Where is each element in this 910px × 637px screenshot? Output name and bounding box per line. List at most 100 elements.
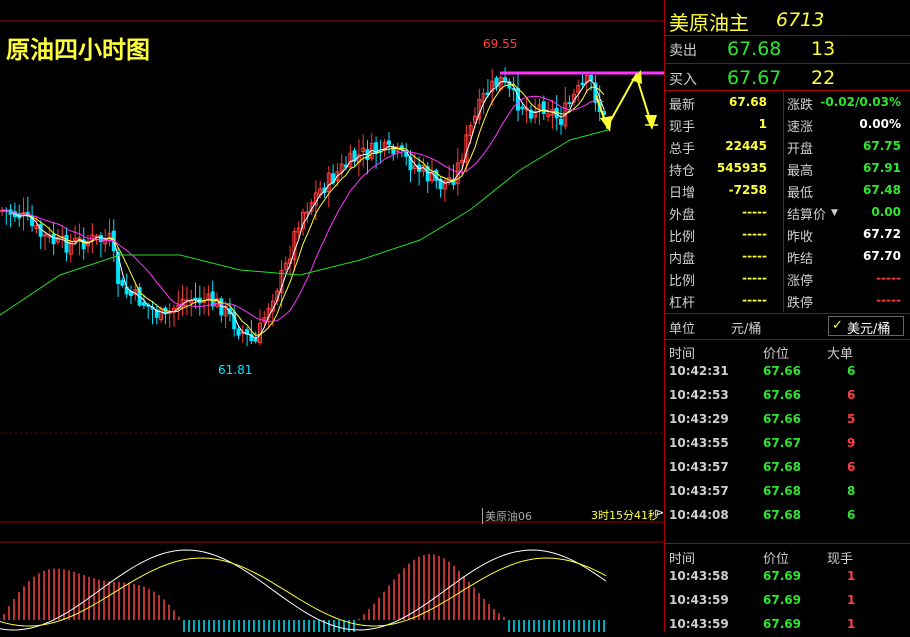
quote-side-panel: 美原油主 6713 卖出 67.68 13 买入 67.67 22 最新 67.6… bbox=[664, 0, 910, 632]
candle-body bbox=[253, 338, 258, 342]
trade-row: 10:42:31 67.66 6 bbox=[665, 360, 910, 384]
candle-body bbox=[141, 302, 146, 306]
trade-row: 10:43:29 67.66 5 bbox=[665, 408, 910, 432]
arrow-head-icon bbox=[645, 115, 657, 130]
stat-value: -0.02/0.03% bbox=[820, 95, 901, 109]
candle-body bbox=[516, 88, 520, 111]
trade-volume: 6 bbox=[847, 460, 856, 474]
stat-label: 比例 bbox=[669, 230, 696, 245]
candle-body bbox=[580, 82, 585, 86]
candlestick-chart[interactable] bbox=[0, 0, 664, 632]
trade-volume: 6 bbox=[847, 364, 856, 378]
candle-body bbox=[120, 280, 125, 286]
trade-time: 10:43:55 bbox=[669, 436, 729, 450]
high-price-label: 69.55 bbox=[483, 37, 518, 51]
stat-value: ----- bbox=[742, 227, 767, 241]
trade-row: 10:43:57 67.68 6 bbox=[665, 456, 910, 480]
trade-row: 10:43:58 67.69 1 bbox=[665, 565, 910, 589]
stat-label: 内盘 bbox=[669, 252, 696, 267]
stat-value: 67.68 bbox=[729, 95, 767, 109]
stat-value: ----- bbox=[742, 249, 767, 263]
stat-label: 最高 bbox=[787, 164, 814, 179]
divider bbox=[665, 63, 910, 64]
trade-volume: 8 bbox=[847, 484, 856, 498]
unit-option-usd-label: 美元/桶 bbox=[847, 322, 891, 337]
stat-label: 杠杆 bbox=[669, 296, 696, 311]
countdown-timer: 3时15分41秒 bbox=[591, 509, 659, 522]
candle-body bbox=[567, 102, 572, 105]
kline-chart-panel[interactable]: 原油四小时图 69.55 61.81 美原油06 3时15分41秒 > bbox=[0, 0, 664, 632]
divider bbox=[665, 313, 910, 314]
stat-value: 22445 bbox=[725, 139, 767, 153]
trade-volume: 1 bbox=[847, 593, 856, 607]
stat-label: 跌停 bbox=[787, 296, 814, 311]
trade-price: 67.67 bbox=[763, 436, 801, 450]
unit-option-usd[interactable]: ✓ 美元/桶 bbox=[828, 316, 904, 337]
trade-row: 10:43:59 67.69 1 bbox=[665, 613, 910, 637]
chart-title: 原油四小时图 bbox=[6, 36, 150, 64]
trade-time: 10:43:58 bbox=[669, 569, 729, 583]
trade-price: 67.68 bbox=[763, 460, 801, 474]
trade-time: 10:42:53 bbox=[669, 388, 729, 402]
trade-time: 10:44:08 bbox=[669, 508, 729, 522]
trade-price: 67.66 bbox=[763, 364, 801, 378]
trade-volume: 1 bbox=[847, 617, 856, 631]
stat-label: 现手 bbox=[669, 120, 696, 135]
trade-row: 10:44:08 67.68 6 bbox=[665, 504, 910, 528]
trade-volume: 1 bbox=[847, 569, 856, 583]
buy-label: 买入 bbox=[669, 72, 697, 88]
stat-label: 最低 bbox=[787, 186, 814, 201]
stat-value: ----- bbox=[876, 293, 901, 307]
trade-price: 67.69 bbox=[763, 569, 801, 583]
trade-volume: 6 bbox=[847, 508, 856, 522]
stat-label: 开盘 bbox=[787, 142, 814, 157]
macd-dif-line bbox=[0, 549, 607, 631]
trade-volume: 5 bbox=[847, 412, 856, 426]
trade-time: 10:43:29 bbox=[669, 412, 729, 426]
candle-body bbox=[64, 234, 69, 253]
candle-body bbox=[589, 75, 594, 81]
stat-label: 总手 bbox=[669, 142, 696, 157]
stat-label: 昨收 bbox=[787, 230, 814, 245]
trade-row: 10:43:59 67.69 1 bbox=[665, 589, 910, 613]
candle-body bbox=[98, 234, 103, 243]
divider bbox=[665, 543, 910, 544]
stat-value: 0.00 bbox=[871, 205, 901, 219]
stat-value: 0.00% bbox=[859, 117, 901, 131]
candle-body bbox=[51, 233, 56, 245]
arrow-head-icon bbox=[600, 116, 612, 132]
moving-average-lines bbox=[0, 79, 609, 340]
stat-value: 545935 bbox=[716, 161, 767, 175]
sell-price: 67.68 bbox=[727, 38, 782, 60]
trade-time: 10:43:57 bbox=[669, 484, 729, 498]
contract-label: 美原油06 bbox=[482, 508, 532, 524]
instrument-code: 6713 bbox=[776, 9, 825, 31]
low-price-label: 61.81 bbox=[218, 363, 253, 377]
stat-label: 结算价 bbox=[787, 208, 827, 223]
candle-body bbox=[210, 291, 215, 307]
check-icon: ✓ bbox=[832, 318, 843, 333]
trade-time: 10:42:31 bbox=[669, 364, 729, 378]
unit-option-yuan[interactable]: 元/桶 bbox=[731, 318, 761, 337]
trade-price: 67.66 bbox=[763, 412, 801, 426]
stat-value: 67.75 bbox=[863, 139, 901, 153]
dropdown-arrow-icon[interactable]: ▼ bbox=[831, 208, 838, 218]
trade-volume: 9 bbox=[847, 436, 856, 450]
candle-body bbox=[520, 106, 525, 110]
stat-label: 外盘 bbox=[669, 208, 696, 223]
candle-body bbox=[236, 328, 241, 336]
trade-price: 67.68 bbox=[763, 484, 801, 498]
stat-label: 涨停 bbox=[787, 274, 814, 289]
countdown-arrow-icon: > bbox=[655, 506, 665, 519]
stat-label: 速涨 bbox=[787, 120, 814, 135]
stat-value: ----- bbox=[742, 293, 767, 307]
stat-label: 最新 bbox=[669, 98, 696, 113]
trade-price: 67.69 bbox=[763, 617, 801, 631]
candle-body bbox=[387, 140, 391, 145]
trade-row: 10:43:57 67.68 8 bbox=[665, 480, 910, 504]
trade-time: 10:43:57 bbox=[669, 460, 729, 474]
sell-volume: 13 bbox=[811, 38, 836, 60]
stat-label: 日增 bbox=[669, 186, 696, 201]
trade-price: 67.69 bbox=[763, 593, 801, 607]
stat-value: ----- bbox=[876, 271, 901, 285]
